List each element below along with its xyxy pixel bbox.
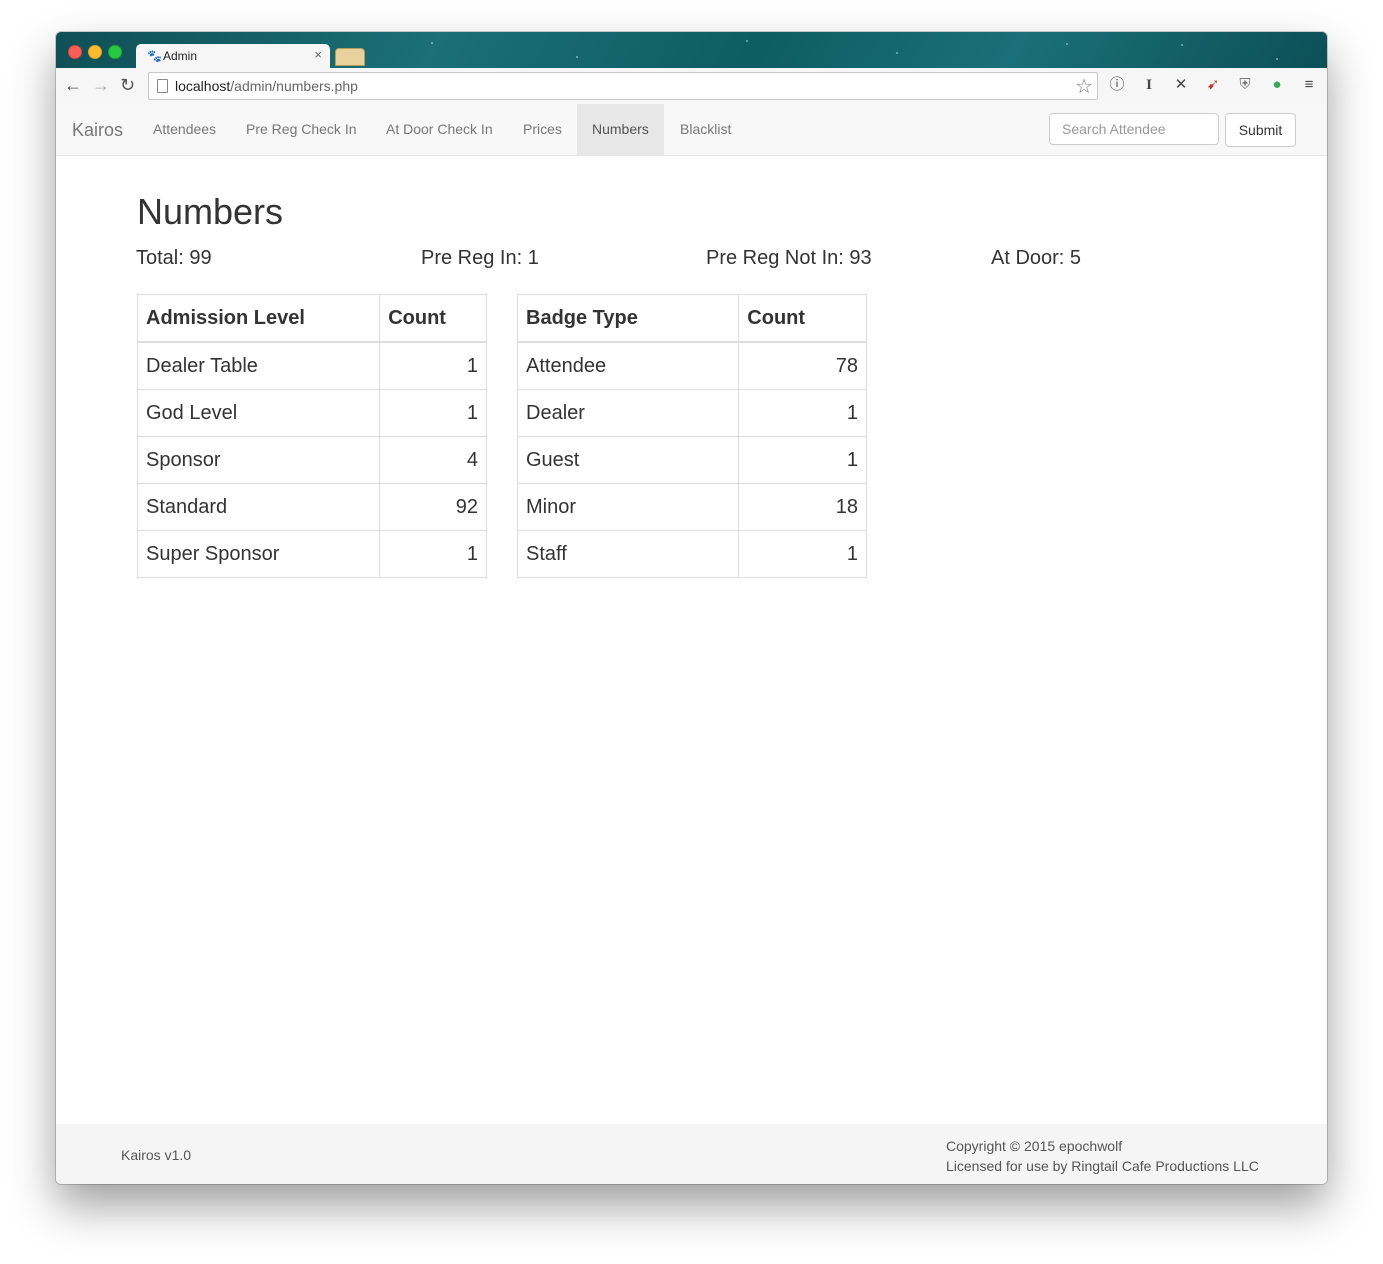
shield-extension-icon[interactable]: ⛨ xyxy=(1235,76,1255,94)
table-row: Minor 18 xyxy=(516,483,867,531)
table-cell: Attendee xyxy=(516,341,740,390)
brand-link[interactable]: Kairos xyxy=(72,120,123,141)
info-extension-icon[interactable]: ⓘ xyxy=(1107,76,1127,94)
menu-icon[interactable]: ≡ xyxy=(1299,76,1319,94)
rocket-extension-icon[interactable]: ➹ xyxy=(1203,76,1223,94)
zoom-window-button[interactable] xyxy=(108,45,122,59)
new-tab-button[interactable] xyxy=(335,48,365,66)
table-cell: 1 xyxy=(738,530,867,578)
table-cell: Guest xyxy=(516,436,740,484)
stat-pre-reg-in: Pre Reg In: 1 xyxy=(421,247,539,269)
table-row: Guest 1 xyxy=(516,436,867,484)
stat-at-door: At Door: 5 xyxy=(991,247,1082,269)
page-footer: Kairos v1.0 Copyright © 2015 epochwolf L… xyxy=(56,1124,1327,1184)
tab-close-icon[interactable]: × xyxy=(314,47,322,62)
back-arrow-icon[interactable]: ← xyxy=(64,75,82,95)
table-row: God Level 1 xyxy=(136,389,487,437)
table-cell: 18 xyxy=(738,483,867,531)
table-cell: Minor xyxy=(516,483,740,531)
nav-numbers[interactable]: Numbers xyxy=(577,104,664,155)
table-cell: Super Sponsor xyxy=(136,530,381,578)
url-path: /admin/numbers.php xyxy=(230,78,358,94)
site-navbar: Kairos Attendees Pre Reg Check In At Doo… xyxy=(56,104,1327,156)
page-title: Numbers xyxy=(137,191,284,232)
table-row: Staff 1 xyxy=(516,530,867,578)
footer-copyright: Copyright © 2015 epochwolf xyxy=(946,1138,1123,1154)
browser-window: 🐾 Admin × ← → ↻ localhost/admin/numbers.… xyxy=(56,32,1327,1184)
nav-pre-reg-check-in[interactable]: Pre Reg Check In xyxy=(231,104,372,155)
table-cell: Sponsor xyxy=(136,436,381,484)
table-cell: 78 xyxy=(738,341,867,390)
footer-copyright-block: Copyright © 2015 epochwolf Licensed for … xyxy=(946,1136,1259,1176)
bookmark-star-icon[interactable]: ☆ xyxy=(1075,74,1093,99)
speech-extension-icon[interactable]: ● xyxy=(1267,76,1287,94)
close-window-button[interactable] xyxy=(68,45,82,59)
admission-level-table: Admission Level Count Dealer Table 1 God… xyxy=(136,294,487,578)
table-row: Standard 92 xyxy=(136,483,487,531)
url-host: localhost xyxy=(175,78,231,94)
table-header-row: Admission Level Count xyxy=(136,294,487,343)
nav-at-door-check-in[interactable]: At Door Check In xyxy=(371,104,508,155)
table-cell: 92 xyxy=(379,483,487,531)
table-cell: 1 xyxy=(379,530,487,578)
table-row: Super Sponsor 1 xyxy=(136,530,487,578)
footer-license: Licensed for use by Ringtail Cafe Produc… xyxy=(946,1158,1259,1174)
table-cell: Staff xyxy=(516,530,740,578)
table-row: Dealer 1 xyxy=(516,389,867,437)
table-cell: Dealer Table xyxy=(136,341,381,390)
table-cell: Standard xyxy=(136,483,381,531)
column-header: Count xyxy=(738,294,867,343)
table-cell: 1 xyxy=(738,436,867,484)
browser-tab[interactable]: 🐾 Admin × xyxy=(136,44,330,68)
table-row: Sponsor 4 xyxy=(136,436,487,484)
search-attendee-input[interactable] xyxy=(1049,113,1219,145)
footer-version: Kairos v1.0 xyxy=(121,1147,192,1163)
table-cell: God Level xyxy=(136,389,381,437)
badge-type-table: Badge Type Count Attendee 78 Dealer 1 Gu… xyxy=(516,294,867,578)
pin-extension-icon[interactable]: ✕ xyxy=(1171,76,1191,94)
table-cell: 1 xyxy=(379,341,487,390)
url-text[interactable]: localhost/admin/numbers.php xyxy=(175,78,358,94)
address-bar[interactable]: localhost/admin/numbers.php ☆ xyxy=(148,72,1098,100)
instapaper-extension-icon[interactable]: I xyxy=(1139,76,1159,94)
table-cell: 1 xyxy=(738,389,867,437)
column-header: Count xyxy=(379,294,487,343)
table-row: Attendee 78 xyxy=(516,341,867,390)
table-cell: 1 xyxy=(379,389,487,437)
page-icon xyxy=(157,79,168,93)
reload-icon[interactable]: ↻ xyxy=(120,75,135,95)
paw-icon: 🐾 xyxy=(147,49,162,63)
table-cell: 4 xyxy=(379,436,487,484)
nav-attendees[interactable]: Attendees xyxy=(138,104,231,155)
nav-prices[interactable]: Prices xyxy=(508,104,577,155)
nav-blacklist[interactable]: Blacklist xyxy=(665,104,746,155)
submit-button[interactable]: Submit xyxy=(1225,113,1296,147)
tab-title: Admin xyxy=(163,49,198,63)
forward-arrow-icon[interactable]: → xyxy=(92,75,110,95)
browser-toolbar: ← → ↻ localhost/admin/numbers.php ☆ ⓘ I … xyxy=(56,68,1327,105)
stat-pre-reg-not-in: Pre Reg Not In: 93 xyxy=(706,247,872,269)
table-row: Dealer Table 1 xyxy=(136,341,487,390)
stat-total: Total: 99 xyxy=(136,247,212,269)
column-header: Admission Level xyxy=(136,294,381,343)
table-cell: Dealer xyxy=(516,389,740,437)
table-header-row: Badge Type Count xyxy=(516,294,867,343)
title-bar: 🐾 Admin × xyxy=(56,32,1327,68)
minimize-window-button[interactable] xyxy=(88,45,102,59)
column-header: Badge Type xyxy=(516,294,740,343)
